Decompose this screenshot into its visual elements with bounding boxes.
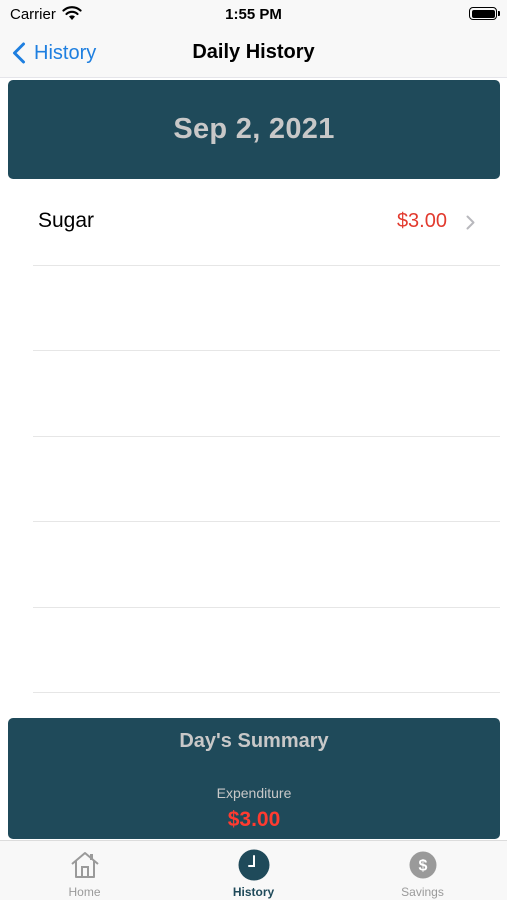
list-item[interactable]: Sugar $3.00 [33, 180, 500, 266]
date-header: Sep 2, 2021 [8, 80, 500, 179]
status-time: 1:55 PM [225, 6, 282, 23]
empty-row [33, 437, 500, 522]
tab-history[interactable]: History [169, 841, 338, 900]
item-name: Sugar [38, 209, 95, 232]
expenditure-label: Expenditure [216, 785, 292, 801]
status-bar: Carrier 1:55 PM [0, 0, 507, 28]
chevron-right-icon [466, 215, 475, 230]
empty-row [33, 608, 500, 693]
empty-row [33, 351, 500, 437]
expenditure-value: $3.00 [227, 808, 281, 831]
svg-text:$: $ [418, 858, 427, 875]
battery-icon [469, 7, 500, 20]
empty-row [33, 522, 500, 608]
dollar-icon: $ [409, 851, 436, 879]
expense-list: Sugar $3.00 [0, 180, 507, 693]
tab-history-label: History [232, 885, 275, 899]
date-label: Sep 2, 2021 [173, 113, 335, 145]
day-summary-card: Day's Summary Expenditure $3.00 [8, 718, 500, 839]
navigation-bar: History Daily History [0, 28, 507, 78]
home-icon [70, 852, 99, 878]
page-title: Daily History [192, 41, 315, 63]
tab-bar: Home History $ Savings [0, 840, 507, 900]
tab-home[interactable]: Home [0, 841, 169, 900]
summary-title: Day's Summary [179, 730, 329, 752]
tab-savings-label: Savings [401, 885, 444, 899]
empty-row [33, 266, 500, 351]
clock-icon [238, 849, 269, 881]
tab-home-label: Home [68, 885, 101, 899]
tab-savings[interactable]: $ Savings [338, 841, 507, 900]
item-amount: $3.00 [396, 210, 447, 232]
